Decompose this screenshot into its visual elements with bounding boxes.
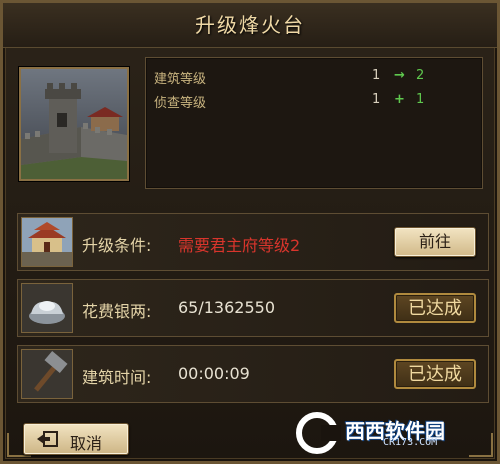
requirement-label: 花费银两: [82, 302, 152, 321]
watermark-url: CR173.COM [383, 437, 438, 448]
silver-ingot-icon [21, 283, 73, 333]
stat-label: 建筑等级 [154, 72, 207, 87]
upgrade-stats-panel: 建筑等级 1 → 2 侦查等级 1 + 1 [145, 57, 483, 189]
stat-bonus-value: 1 [416, 92, 425, 107]
dialog-title: 升级烽火台 [3, 3, 497, 48]
requirement-row-time: 建筑时间: 00:00:09 已达成 [17, 345, 489, 403]
stat-next-value: 2 [416, 68, 425, 83]
requirement-row-condition: 升级条件: 需要君主府等级2 前往 [17, 213, 489, 271]
watermark-logo-icon [296, 412, 341, 454]
cancel-label: 取消 [70, 434, 103, 453]
site-watermark: 西西软件园 CR173.COM [295, 411, 485, 455]
upgrade-dialog: 升级烽火台 建筑等级 1 → 2 侦查等级 1 + 1 升级条件: 需要君主府等… [0, 0, 500, 464]
requirement-row-silver: 花费银两: 65/1362550 已达成 [17, 279, 489, 337]
achieved-button[interactable]: 已达成 [394, 359, 476, 389]
requirement-value: 需要君主府等级2 [178, 236, 301, 255]
arrow-right-icon: → [394, 68, 405, 83]
stat-current-value: 1 [372, 92, 381, 107]
requirement-value: 00:00:09 [178, 364, 250, 383]
plus-icon: + [394, 92, 405, 107]
stat-current-value: 1 [372, 68, 381, 83]
requirement-label: 建筑时间: [82, 368, 152, 387]
achieved-button[interactable]: 已达成 [394, 293, 476, 323]
cancel-button[interactable]: 取消 [23, 423, 129, 455]
go-to-button[interactable]: 前往 [394, 227, 476, 257]
beacon-tower-image [19, 67, 129, 181]
requirement-label: 升级条件: [82, 236, 152, 255]
back-arrow-icon [37, 431, 58, 447]
requirement-value: 65/1362550 [178, 298, 276, 317]
stat-label: 侦查等级 [154, 96, 207, 111]
stat-row-scout-level: 侦查等级 1 + 1 [146, 92, 482, 112]
hammer-icon [21, 349, 73, 399]
palace-icon [21, 217, 73, 267]
stat-row-building-level: 建筑等级 1 → 2 [146, 68, 482, 88]
